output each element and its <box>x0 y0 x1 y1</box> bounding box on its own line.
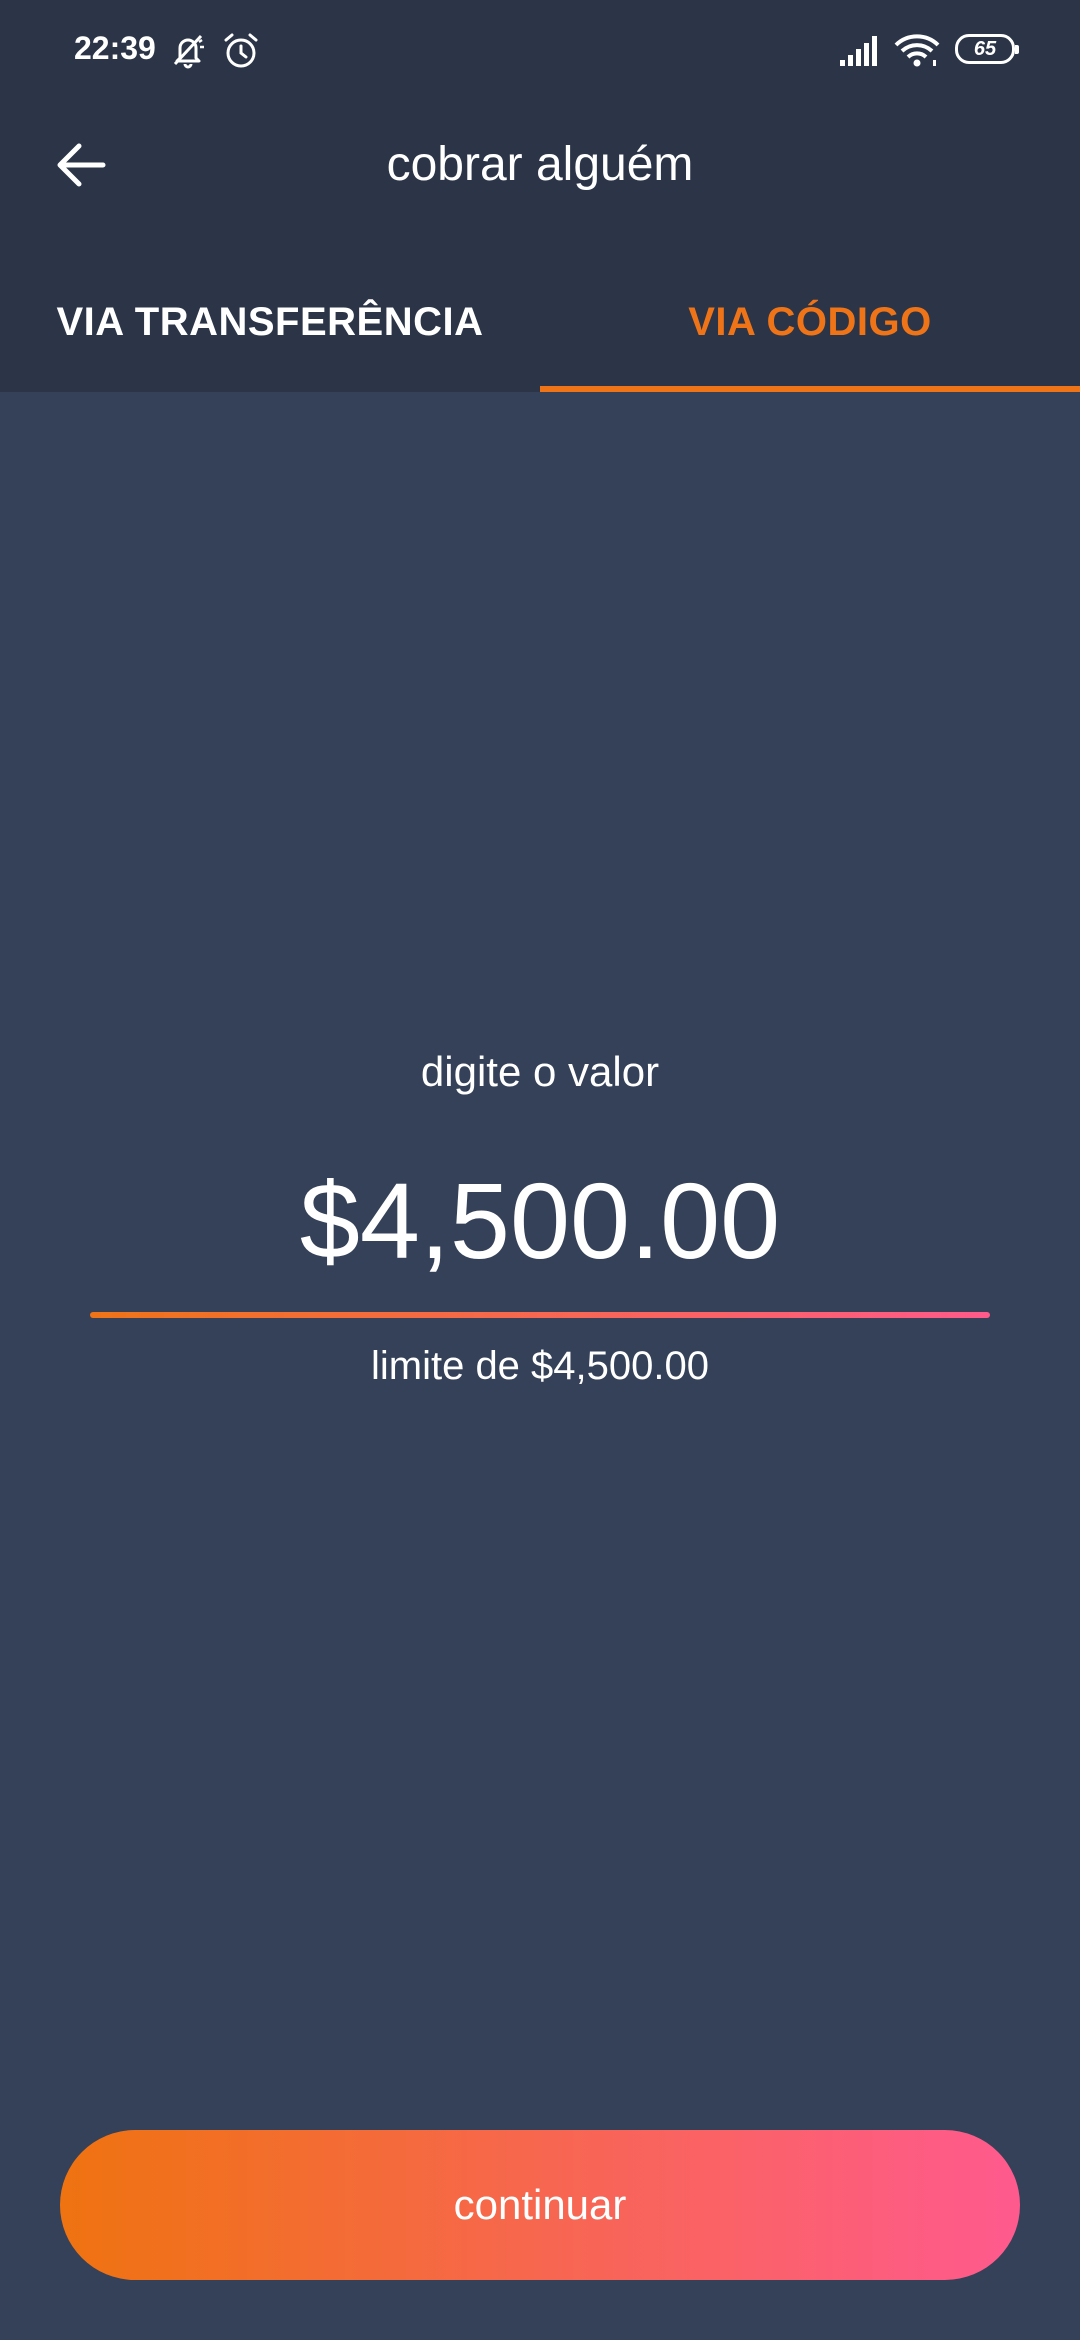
status-time: 22:39 <box>74 30 156 66</box>
tab-label: VIA TRANSFERÊNCIA <box>56 299 484 344</box>
signal-icon <box>838 34 882 73</box>
continue-button[interactable]: continuar <box>60 2130 1020 2280</box>
tab-label: VIA CÓDIGO <box>688 299 932 344</box>
battery-level: 65 <box>973 37 997 60</box>
active-tab-indicator <box>540 386 1080 392</box>
amount-underline <box>90 1312 990 1318</box>
amount-prompt: digite o valor <box>420 1048 660 1095</box>
tab-via-codigo[interactable]: VIA CÓDIGO <box>540 272 1080 392</box>
status-bar: 22:39 65 <box>0 0 1080 100</box>
tab-bar: VIA TRANSFERÊNCIA VIA CÓDIGO <box>0 272 1080 392</box>
mute-bell-icon <box>168 30 208 75</box>
alarm-icon <box>220 30 262 77</box>
amount-input[interactable] <box>90 1160 990 1280</box>
tab-via-transferencia[interactable]: VIA TRANSFERÊNCIA <box>0 272 540 392</box>
limit-text: limite de $4,500.00 <box>370 1344 709 1388</box>
battery-icon: 65 <box>955 34 1019 64</box>
wifi-icon <box>894 34 940 73</box>
page-title: cobrar alguém <box>386 138 694 191</box>
